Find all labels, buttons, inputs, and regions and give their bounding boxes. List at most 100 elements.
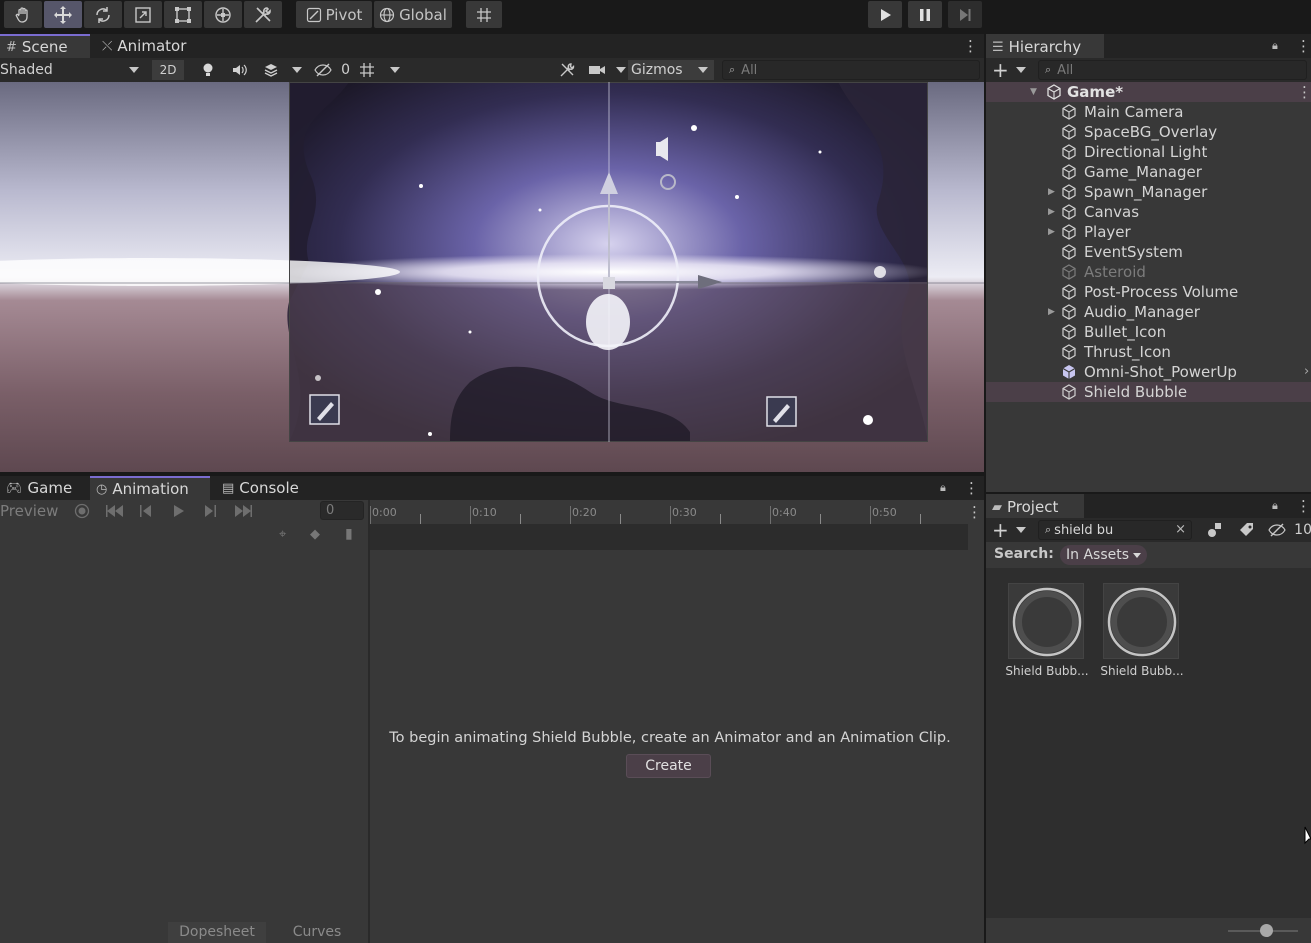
timeline-ruler[interactable]: 0:00 0:10 0:20 0:30 0:40 0:50 ⋮ — [370, 500, 984, 524]
hidden-objects-toggle[interactable]: 0 — [314, 60, 350, 80]
hierarchy-item[interactable]: Main Camera — [986, 102, 1311, 122]
last-key-icon[interactable] — [234, 505, 252, 517]
asset-thumbnail[interactable] — [1103, 583, 1179, 659]
move-tool-button[interactable] — [44, 1, 82, 28]
frame-field[interactable]: 0 — [320, 501, 364, 520]
hierarchy-item[interactable]: Thrust_Icon — [986, 342, 1311, 362]
clear-search-icon[interactable]: × — [1175, 522, 1186, 537]
animator-icon: ⤬ — [102, 38, 113, 54]
hand-tool-button[interactable] — [4, 1, 42, 28]
hierarchy-item-label: Player — [1084, 223, 1131, 241]
hierarchy-item[interactable]: Omni-Shot_PowerUp — [986, 362, 1311, 382]
transform-tool-button[interactable] — [204, 1, 242, 28]
eye-slash-icon — [1268, 523, 1286, 537]
tab-animator[interactable]: ⤬ Animator — [96, 34, 196, 58]
play-button[interactable] — [868, 1, 902, 28]
prev-key-icon[interactable] — [140, 505, 152, 517]
tab-console[interactable]: ▤ Console — [216, 476, 316, 500]
scene-viewport[interactable] — [0, 82, 984, 472]
shading-mode-dropdown[interactable]: Shaded — [0, 60, 145, 80]
tab-hierarchy[interactable]: ☰ Hierarchy — [986, 34, 1104, 58]
effects-dropdown[interactable] — [290, 60, 304, 80]
project-search-field[interactable]: ⌕ shield bu × — [1038, 520, 1192, 540]
pivot-icon — [306, 7, 321, 22]
hierarchy-item[interactable]: Directional Light — [986, 142, 1311, 162]
pivot-toggle[interactable]: Pivot — [296, 1, 372, 28]
hierarchy-item[interactable]: Asteroid — [986, 262, 1311, 282]
hierarchy-item[interactable]: ▶ Player — [986, 222, 1311, 242]
record-icon[interactable] — [74, 503, 90, 519]
mouse-cursor-icon — [1304, 826, 1311, 845]
expand-arrow-icon[interactable]: ▶ — [1048, 227, 1055, 237]
audio-toggle[interactable] — [228, 60, 252, 80]
hierarchy-item[interactable]: Game_Manager — [986, 162, 1311, 182]
tab-animation[interactable]: ◷ Animation — [90, 476, 210, 500]
zoom-slider-thumb[interactable] — [1260, 924, 1273, 937]
in-assets-scope[interactable]: In Assets — [1060, 545, 1148, 565]
create-clip-button[interactable]: Create — [626, 754, 711, 778]
lock-icon[interactable]: 🔒︎ — [1272, 39, 1278, 53]
project-menu-icon[interactable]: ⋮ — [1296, 498, 1311, 514]
global-toggle[interactable]: Global — [374, 1, 452, 28]
lighting-toggle[interactable] — [196, 60, 220, 80]
event-lane[interactable] — [370, 524, 968, 550]
dopesheet-tab[interactable]: Dopesheet — [168, 922, 266, 943]
camera-dropdown[interactable] — [588, 60, 626, 80]
grid-dropdown[interactable] — [388, 60, 402, 80]
search-by-label-button[interactable] — [1236, 520, 1258, 540]
hierarchy-item[interactable]: ▶ Spawn_Manager — [986, 182, 1311, 202]
animation-menu-icon[interactable]: ⋮ — [964, 480, 979, 496]
project-create-dropdown[interactable]: + — [992, 520, 1026, 540]
hierarchy-item[interactable]: EventSystem — [986, 242, 1311, 262]
hierarchy-item[interactable]: ▶ Audio_Manager — [986, 302, 1311, 322]
hierarchy-item[interactable]: Shield Bubble — [986, 382, 1311, 402]
preview-toggle[interactable]: Preview — [0, 502, 58, 520]
search-by-type-button[interactable] — [1204, 520, 1226, 540]
hierarchy-item[interactable]: Post-Process Volume — [986, 282, 1311, 302]
hierarchy-item[interactable]: Bullet_Icon — [986, 322, 1311, 342]
asset-label: Shield Bubb... — [1100, 664, 1184, 678]
pause-button[interactable] — [908, 1, 942, 28]
create-dropdown[interactable]: + — [992, 60, 1026, 80]
scene-row-menu-icon[interactable]: ⋮ — [1297, 84, 1311, 100]
hierarchy-menu-icon[interactable]: ⋮ — [1296, 38, 1311, 54]
gizmos-dropdown[interactable]: Gizmos — [628, 60, 714, 80]
hierarchy-item[interactable]: ▶ Canvas — [986, 202, 1311, 222]
curves-tab[interactable]: Curves — [270, 922, 364, 943]
gameobject-cube-icon — [1062, 264, 1076, 280]
hierarchy-item[interactable]: SpaceBG_Overlay — [986, 122, 1311, 142]
grid-snap-button[interactable] — [466, 1, 502, 28]
next-key-icon[interactable] — [204, 505, 216, 517]
first-key-icon[interactable] — [106, 505, 124, 517]
filter-icon[interactable]: ⌖ — [279, 527, 286, 542]
rotate-tool-button[interactable] — [84, 1, 122, 28]
hierarchy-list-icon: ☰ — [992, 39, 1004, 55]
tab-project[interactable]: ▰ Project — [986, 494, 1084, 518]
tab-game[interactable]: 🎮︎ Game — [0, 476, 86, 500]
timeline-menu-icon[interactable]: ⋮ — [967, 504, 982, 520]
add-event-icon[interactable]: ▮ — [345, 526, 353, 542]
custom-tool-button[interactable] — [244, 1, 282, 28]
step-button[interactable] — [948, 1, 982, 28]
scene-menu-icon[interactable]: ⋮ — [963, 38, 978, 54]
grid-toggle[interactable] — [356, 60, 378, 80]
lock-icon[interactable]: 🔒︎ — [940, 481, 946, 495]
lock-icon[interactable]: 🔒︎ — [1272, 499, 1278, 513]
hidden-packages-toggle[interactable]: 10 — [1268, 520, 1311, 540]
toggle-2d-button[interactable]: 2D — [152, 60, 184, 80]
expand-arrow-icon[interactable]: ▶ — [1048, 307, 1055, 317]
tab-scene[interactable]: # Scene — [0, 34, 90, 58]
scene-search-field[interactable]: ⌕ All — [722, 60, 980, 80]
hierarchy-scene-row[interactable]: ▼ Game* ⋮ — [986, 82, 1311, 102]
scale-tool-button[interactable] — [124, 1, 162, 28]
expand-arrow-icon[interactable]: ▶ — [1048, 207, 1055, 217]
scene-tools-toggle[interactable] — [556, 60, 578, 80]
effects-toggle[interactable] — [260, 60, 282, 80]
play-icon[interactable] — [173, 505, 185, 517]
asset-thumbnail[interactable] — [1008, 583, 1084, 659]
hierarchy-search-field[interactable]: ⌕ All — [1038, 60, 1307, 80]
empty-state-message: To begin animating Shield Bubble, create… — [389, 730, 951, 746]
expand-arrow-icon[interactable]: ▶ — [1048, 187, 1055, 197]
rect-tool-button[interactable] — [164, 1, 202, 28]
add-keyframe-icon[interactable]: ◆ — [310, 527, 320, 542]
